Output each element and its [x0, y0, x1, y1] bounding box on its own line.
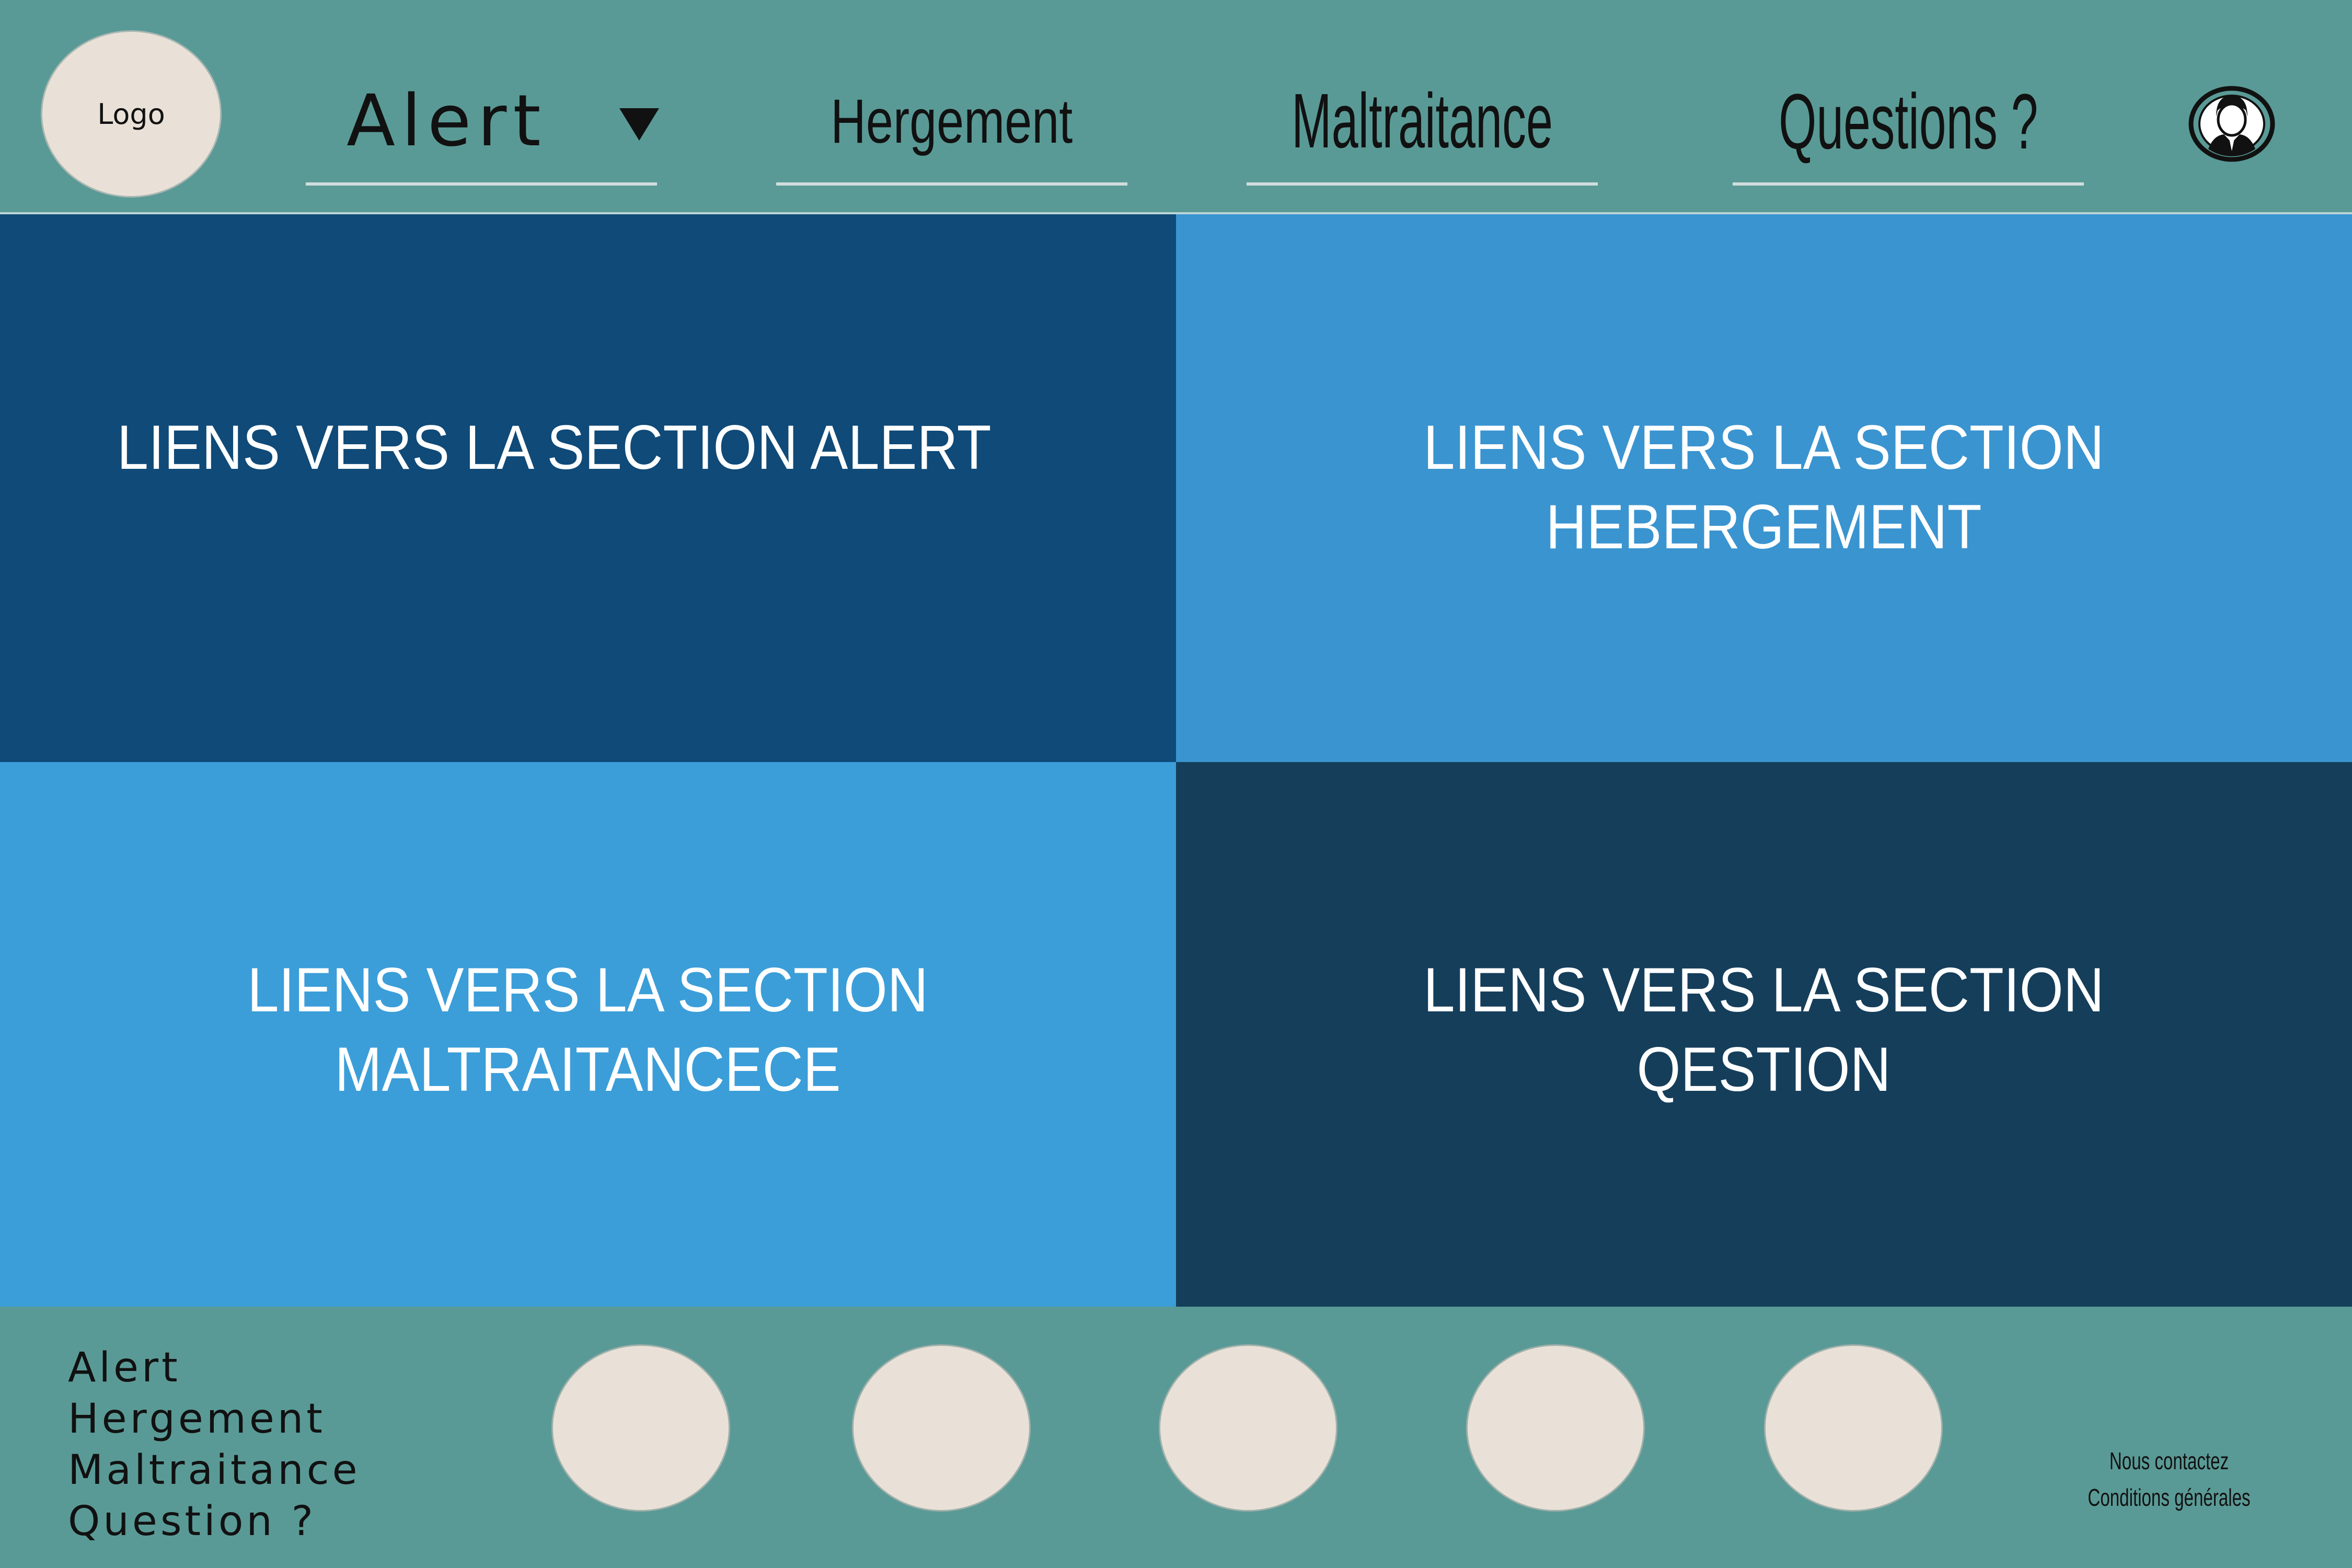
user-avatar-icon[interactable] — [2187, 85, 2276, 163]
tile-label-hebergement: LIENS VERS LA SECTION HEBERGEMENT — [1423, 412, 2105, 562]
footer: Alert Hergement Maltraitance Question ? … — [0, 1307, 2352, 1568]
tile-link-hebergement[interactable]: LIENS VERS LA SECTION HEBERGEMENT — [1176, 214, 2352, 762]
footer-link-question[interactable]: Question ? — [68, 1496, 361, 1547]
social-icon-placeholder-5[interactable] — [1764, 1344, 1943, 1512]
caret-down-icon[interactable] — [619, 108, 659, 141]
footer-nav-links: Alert Hergement Maltraitance Question ? — [68, 1342, 361, 1547]
nav-label-questions: Questions ? — [1778, 77, 2038, 165]
nav-item-questions[interactable]: Questions ? — [1733, 60, 2084, 186]
nav-item-maltraitance[interactable]: Maltraitance — [1247, 60, 1598, 186]
footer-legal-links: Nous contactez Conditions générales — [2049, 1443, 2289, 1516]
contact-link[interactable]: Nous contactez — [2082, 1443, 2255, 1479]
footer-link-maltraitance[interactable]: Maltraitance — [68, 1445, 361, 1496]
social-icon-placeholder-3[interactable] — [1159, 1344, 1338, 1512]
tile-label-alert: LIENS VERS LA SECTION ALERT — [117, 412, 991, 482]
top-navigation-bar: Logo Alert Hergement Maltraitance Questi… — [0, 0, 2352, 214]
nav-label-maltraitance: Maltraitance — [1292, 78, 1553, 164]
nav-item-alert[interactable]: Alert — [306, 60, 659, 186]
social-icon-placeholder-2[interactable] — [852, 1344, 1031, 1512]
nav-label-hergement: Hergement — [831, 86, 1073, 156]
logo-text: Logo — [97, 97, 165, 131]
tile-label-maltraitance: LIENS VERS LA SECTION MALTRAITANCECE — [247, 955, 929, 1104]
social-icon-placeholder-4[interactable] — [1466, 1344, 1645, 1512]
logo[interactable]: Logo — [41, 30, 222, 198]
footer-link-hergement[interactable]: Hergement — [68, 1393, 361, 1445]
terms-link[interactable]: Conditions générales — [2082, 1479, 2255, 1516]
tile-link-question[interactable]: LIENS VERS LA SECTION QESTION — [1176, 762, 2352, 1307]
tile-link-maltraitance[interactable]: LIENS VERS LA SECTION MALTRAITANCECE — [0, 762, 1176, 1307]
tile-label-question: LIENS VERS LA SECTION QESTION — [1423, 955, 2105, 1104]
nav-item-hergement[interactable]: Hergement — [776, 60, 1127, 186]
social-icon-placeholder-1[interactable] — [551, 1344, 730, 1512]
footer-link-alert[interactable]: Alert — [68, 1342, 361, 1393]
tile-link-alert[interactable]: LIENS VERS LA SECTION ALERT — [0, 214, 1176, 762]
nav-label-alert: Alert — [347, 80, 547, 163]
